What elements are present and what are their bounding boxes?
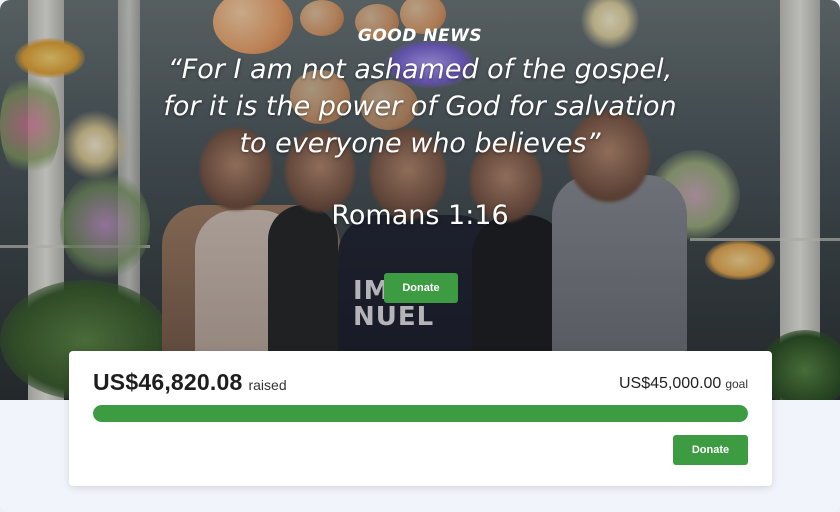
hero-eyebrow: GOOD NEWS <box>357 26 483 46</box>
progress-bar-fill <box>93 405 748 422</box>
goal-amount: US$45,000.00 <box>619 375 722 392</box>
hero-quote: “For I am not ashamed of the gospel, for… <box>163 54 677 159</box>
hero-banner: IMMA NUEL GOOD NEWS “For I am not ashame… <box>0 0 840 400</box>
donate-button[interactable]: Donate <box>673 435 748 465</box>
fundraiser-progress-card: US$46,820.08 raised US$45,000.00 goal Do… <box>69 351 772 486</box>
raised-summary: US$46,820.08 raised <box>93 369 287 396</box>
raised-amount: US$46,820.08 <box>93 369 243 395</box>
progress-bar <box>93 405 748 422</box>
hero-verse-reference: Romans 1:16 <box>331 200 509 231</box>
goal-summary: US$45,000.00 goal <box>619 375 748 393</box>
goal-label: goal <box>725 377 748 391</box>
hero-donate-button[interactable]: Donate <box>384 273 458 303</box>
raised-label: raised <box>248 377 287 393</box>
fundraiser-page: IMMA NUEL GOOD NEWS “For I am not ashame… <box>0 0 840 512</box>
